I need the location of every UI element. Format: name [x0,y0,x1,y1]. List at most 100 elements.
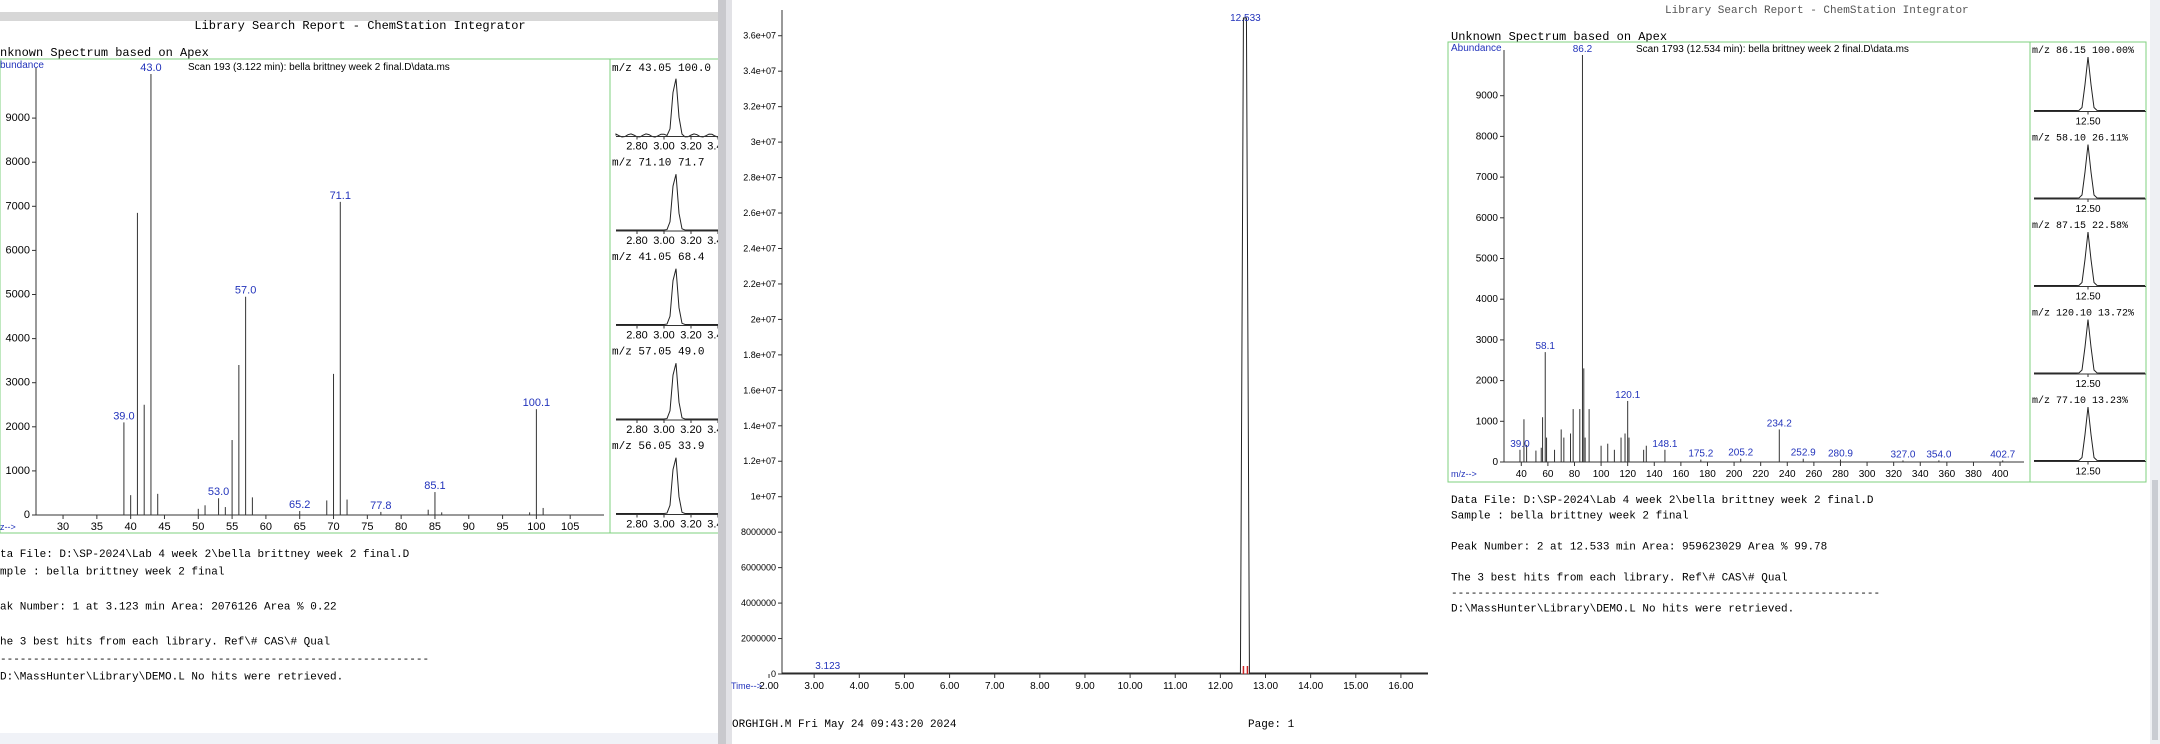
y-tick-label: 7000 [1476,172,1499,183]
left-report-title: Library Search Report - ChemStation Inte… [194,19,525,33]
footer-line: ----------------------------------------… [1451,588,1880,600]
right-spectrum-plot: 40 60 80 100 120 140 160 180 200 220 240 260 280 300 3… [1476,44,2024,480]
y-tick-label: 7000 [6,200,30,212]
x-tick-label: 300 [1859,469,1876,480]
y-tick-label: 2000 [1476,376,1499,387]
ion-trace [616,457,718,514]
x-tick-label: 160 [1673,469,1690,480]
right-ion-panels: m/z 86.15 100.00% 12.50 m/z 58.10 26.11% 12… [2032,45,2146,478]
tic-y-tick-label: 8000000 [741,527,776,537]
y-tick-label: 4000 [1476,294,1499,305]
peak-label: 252.9 [1791,448,1816,459]
ion-tick-label: 3.00 [653,424,674,436]
page-separator[interactable] [718,0,726,744]
tic-x-tick-label: 10.00 [1118,681,1143,692]
footer-line: Data File: D:\SP-2024\Lab 4 week 2\bella… [1451,495,1874,507]
x-tick-label: 85 [429,521,441,533]
tic-x-tick-label: 14.00 [1298,681,1323,692]
tic-y-tick-label: 1.8e+07 [743,350,776,360]
x-tick-label: 40 [125,521,137,533]
x-tick-label: 320 [1885,469,1902,480]
x-tick-label: 105 [561,521,579,533]
footer-line: ta File: D:\SP-2024\Lab 4 week 2\bella b… [0,549,410,561]
ion-tick-label: 3.00 [653,330,674,342]
tic-y-tick-label: 6000000 [741,563,776,573]
tic-y-tick-label: 3.2e+07 [743,102,776,112]
x-tick-label: 45 [158,521,170,533]
tic-x-tick-label: 9.00 [1075,681,1095,692]
peak-label: 234.2 [1767,418,1792,429]
ion-trace [2034,144,2145,199]
x-tick-label: 60 [1542,469,1554,480]
y-tick-label: 3000 [6,377,30,389]
tic-x-tick-label: 4.00 [850,681,870,692]
x-tick-label: 80 [1569,469,1581,480]
peak-label: 327.0 [1890,449,1915,460]
tic-y-tick-label: 1e+07 [751,492,776,502]
peak-label: 39.0 [1510,439,1530,450]
ion-tick-label: 3.00 [653,141,674,153]
tic-y-tick-label: 4000000 [741,598,776,608]
tic-x-tick-label: 3.00 [804,681,824,692]
ion-label: m/z 77.10 13.23% [2032,395,2128,407]
tic-x-tick-label: 15.00 [1343,681,1368,692]
tic-x-tick-label: 13.00 [1253,681,1278,692]
y-tick-label: 9000 [6,112,30,124]
y-tick-label: 9000 [1476,91,1499,102]
ion-tick-label: 12.50 [2075,204,2100,215]
footer-line: D:\MassHunter\Library\DEMO.L No hits wer… [1451,604,1794,616]
y-tick-label: 0 [1492,457,1498,468]
ion-tick-label: 3.00 [653,235,674,247]
tic-peak-label: 3.123 [815,661,840,672]
right-report-page: Library Search Report - ChemStation Inte… [1447,0,2160,744]
left-report-page: Library Search Report - ChemStation Inte… [0,12,729,744]
tic-x-tick-label: 8.00 [1030,681,1050,692]
tic-y-tick-label: 2.4e+07 [743,243,776,253]
ion-label: m/z 86.15 100.00% [2032,45,2134,57]
left-abundance-label: bundance [0,60,44,71]
peak-label: 53.0 [208,486,229,498]
ion-label: m/z 43.05 100.0 [612,63,711,75]
right-scrollbar-thumb[interactable] [2152,480,2158,740]
tic-x-tick-label: 7.00 [985,681,1005,692]
middle-left-margin [726,0,732,744]
report-canvas: Library Search Report - ChemStation Inte… [0,0,2160,744]
peak-label: 86.2 [1573,44,1593,55]
x-tick-label: 90 [463,521,475,533]
peak-label: 85.1 [424,480,445,492]
x-tick-label: 80 [395,521,407,533]
ion-trace [616,363,718,420]
tic-y-tick-label: 2.8e+07 [743,173,776,183]
ion-tick-label: 3.20 [680,424,701,436]
y-tick-label: 5000 [1476,254,1499,265]
left-mz-arrow: z--> [0,522,16,532]
tic-y-tick-label: 3.6e+07 [743,31,776,41]
tic-peak-label: 12.533 [1230,13,1261,24]
right-report-title: Library Search Report - ChemStation Inte… [1665,5,1969,17]
middle-footer-left: ORGHIGH.M Fri May 24 09:43:20 2024 [732,719,957,731]
ion-trace [616,174,718,231]
ion-label: m/z 57.05 49.0 [612,347,704,359]
peak-label: 77.8 [370,500,391,512]
right-spectrum-frame [1447,41,2147,483]
footer-line: ----------------------------------------… [0,654,429,666]
middle-report-page: 2.00 3.00 4.00 5.00 6.00 7.00 8.00 9.00 10.00 11.… [726,0,1428,744]
x-tick-label: 65 [294,521,306,533]
x-tick-label: 360 [1939,469,1956,480]
footer-line: ak Number: 1 at 3.123 min Area: 2076126 … [0,602,337,614]
ion-tick-label: 3.00 [653,519,674,531]
tic-x-tick-label: 5.00 [895,681,915,692]
footer-line: mple : bella brittney week 2 final [0,567,224,579]
ion-trace [616,268,718,325]
tic-y-tick-label: 3.4e+07 [743,66,776,76]
x-tick-label: 280 [1832,469,1849,480]
y-tick-label: 0 [24,509,30,521]
x-tick-label: 260 [1806,469,1823,480]
peak-label: 71.1 [330,190,351,202]
ion-label: m/z 87.15 22.58% [2032,220,2128,232]
y-tick-label: 6000 [6,244,30,256]
x-tick-label: 380 [1965,469,1982,480]
y-tick-label: 1000 [1476,416,1499,427]
tic-x-tick-label: 12.00 [1208,681,1233,692]
ion-tick-label: 2.80 [626,330,647,342]
